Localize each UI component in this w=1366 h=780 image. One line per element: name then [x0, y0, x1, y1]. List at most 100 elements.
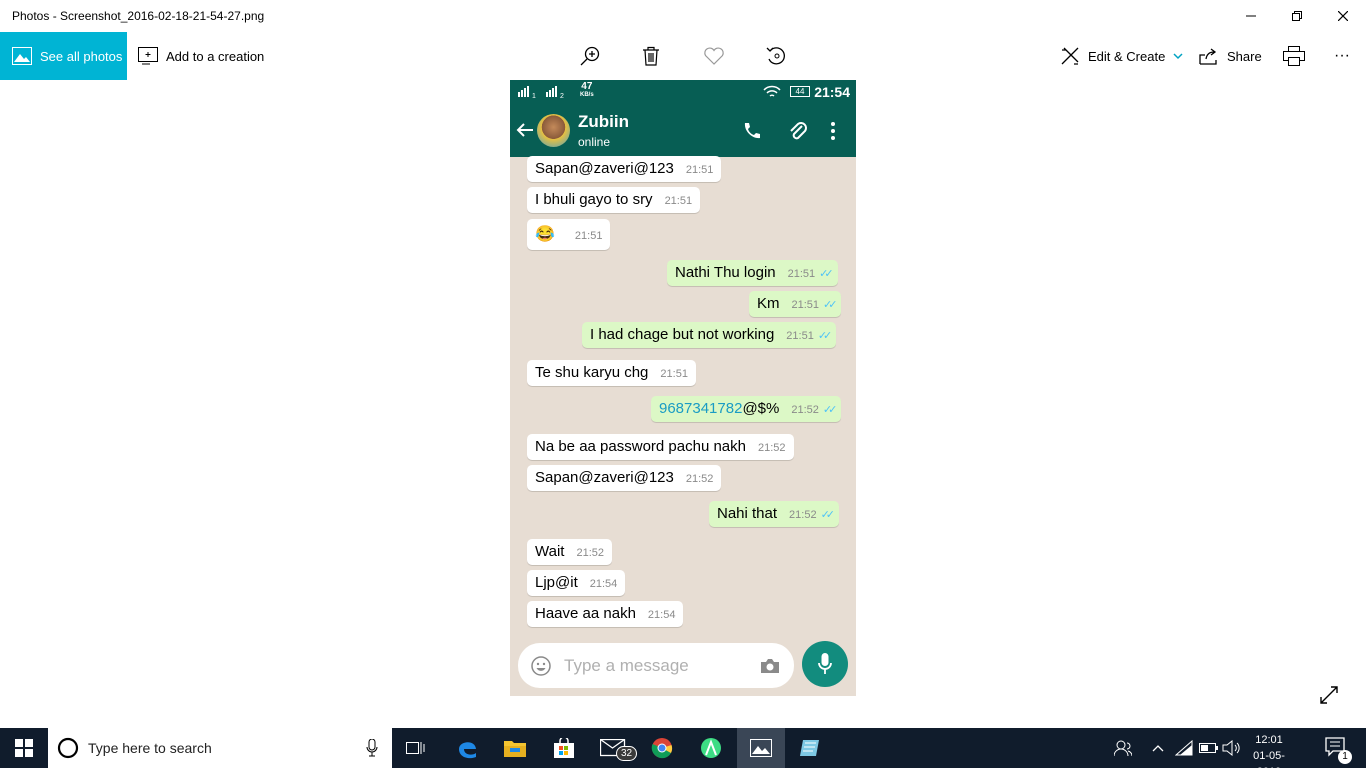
taskbar-search[interactable]: Type here to search — [48, 728, 392, 768]
favorite-button[interactable] — [703, 32, 725, 80]
more-vertical-icon[interactable] — [830, 122, 836, 140]
app-icon — [800, 740, 819, 756]
phone-call-icon[interactable] — [742, 121, 762, 141]
signal-icon: 1 2 — [518, 86, 564, 98]
camera-icon[interactable] — [760, 658, 780, 674]
taskbar-chrome[interactable] — [638, 728, 686, 768]
taskbar-edge[interactable] — [443, 728, 491, 768]
message-incoming[interactable]: Sapan@zaveri@123 21:52 — [527, 465, 722, 491]
add-creation-icon — [138, 47, 158, 65]
taskbar-app[interactable] — [786, 728, 834, 768]
android-status-bar: 1 2 47 KB/s 44 21:54 — [510, 80, 856, 103]
read-ticks-icon: ✓✓ — [823, 299, 838, 311]
phone-number-link[interactable]: 9687341782 — [659, 400, 742, 417]
share-label: Share — [1227, 48, 1262, 64]
message-outgoing[interactable]: Nahi that 21:52 ✓✓ — [709, 501, 840, 527]
message-incoming[interactable]: Ljp@it 21:54 — [527, 570, 626, 596]
read-ticks-icon: ✓✓ — [817, 330, 833, 342]
task-view-icon — [406, 742, 425, 754]
people-icon — [1114, 740, 1132, 756]
mail-badge: 32 — [616, 746, 638, 761]
attach-icon[interactable] — [788, 120, 808, 142]
rotate-button[interactable] — [765, 32, 787, 80]
more-options-button[interactable]: ··· — [1332, 32, 1352, 80]
delete-button[interactable] — [641, 32, 661, 80]
show-hidden-icons[interactable] — [1145, 728, 1171, 768]
photo-image: 1 2 47 KB/s 44 21:54 Zubiin online Sapan@… — [510, 80, 856, 696]
back-arrow-icon[interactable] — [516, 122, 534, 138]
start-button[interactable] — [0, 728, 48, 768]
phone-time: 21:54 — [814, 84, 850, 100]
see-all-photos-button[interactable]: See all photos — [0, 32, 127, 80]
message-outgoing[interactable]: Km 21:51 ✓✓ — [749, 291, 842, 317]
taskbar-file-explorer[interactable] — [491, 728, 539, 768]
message-incoming[interactable]: I bhuli gayo to sry 21:51 — [527, 187, 701, 213]
share-icon — [1199, 48, 1217, 65]
voice-record-button[interactable] — [802, 641, 848, 687]
emoji-icon[interactable] — [531, 656, 551, 676]
trash-icon — [643, 46, 659, 66]
add-to-creation-button[interactable]: Add to a creation — [138, 32, 264, 80]
message-incoming[interactable]: Na be aa password pachu nakh 21:52 — [527, 434, 794, 460]
message-incoming[interactable]: Sapan@zaveri@123 21:51 — [527, 156, 722, 182]
message-input[interactable]: Type a message — [518, 643, 794, 688]
wifi-icon — [763, 85, 781, 97]
microphone-icon — [818, 653, 832, 674]
message-incoming[interactable]: Haave aa nakh 21:54 — [527, 601, 684, 627]
printer-icon — [1283, 46, 1305, 66]
network-speed: 47 KB/s — [580, 81, 594, 99]
message-outgoing[interactable]: 9687341782@$% 21:52 ✓✓ — [651, 396, 842, 422]
read-ticks-icon: ✓✓ — [819, 268, 834, 280]
print-button[interactable] — [1283, 32, 1305, 80]
message-incoming[interactable]: 😂 21:51 — [527, 219, 611, 250]
more-icon: ··· — [1334, 47, 1350, 64]
contact-name[interactable]: Zubiin — [578, 112, 629, 132]
battery-icon — [1199, 743, 1218, 753]
windows-logo-icon — [15, 739, 33, 757]
network-button[interactable] — [1171, 728, 1197, 768]
rotate-icon — [766, 47, 785, 65]
taskbar-mail[interactable]: 32 — [589, 728, 638, 768]
chevron-up-icon — [1152, 745, 1164, 752]
svg-text:2: 2 — [560, 93, 564, 98]
clock-date: 01-05-2019 — [1253, 750, 1285, 778]
restore-icon — [1292, 11, 1302, 21]
close-button[interactable] — [1320, 0, 1366, 32]
store-icon — [554, 738, 574, 758]
minimize-icon — [1246, 15, 1256, 17]
zoom-in-icon — [580, 46, 600, 66]
folder-icon — [504, 741, 526, 757]
taskbar-android-studio[interactable] — [687, 728, 735, 768]
speaker-icon — [1222, 740, 1240, 756]
edit-create-button[interactable]: Edit & Create — [1060, 32, 1183, 80]
cortana-icon — [57, 737, 79, 759]
taskbar-clock[interactable]: 12:01 01-05-2019 — [1246, 732, 1292, 780]
edit-icon — [1061, 47, 1079, 65]
microphone-icon[interactable] — [366, 739, 378, 757]
taskbar-store[interactable] — [540, 728, 588, 768]
see-all-photos-label: See all photos — [40, 48, 123, 64]
photos-icon — [12, 47, 32, 65]
share-button[interactable]: Share — [1199, 32, 1262, 80]
taskbar-photos[interactable] — [737, 728, 785, 768]
zoom-button[interactable] — [579, 32, 601, 80]
clock-time: 12:01 — [1255, 734, 1283, 746]
read-ticks-icon: ✓✓ — [822, 404, 838, 416]
restore-button[interactable] — [1274, 0, 1320, 32]
message-incoming[interactable]: Wait 21:52 — [527, 539, 612, 565]
chevron-down-icon — [1173, 53, 1183, 60]
task-view-button[interactable] — [392, 728, 440, 768]
action-center-button[interactable]: 1 — [1316, 728, 1356, 768]
edit-create-label: Edit & Create — [1088, 48, 1166, 64]
android-studio-icon — [701, 738, 721, 758]
message-incoming[interactable]: Te shu karyu chg 21:51 — [527, 360, 696, 386]
message-outgoing[interactable]: I had chage but not working 21:51 ✓✓ — [582, 322, 837, 348]
contact-avatar[interactable] — [537, 114, 570, 147]
minimize-button[interactable] — [1228, 0, 1274, 32]
people-button[interactable] — [1108, 728, 1138, 768]
fullscreen-button[interactable] — [1318, 684, 1342, 708]
message-outgoing[interactable]: Nathi Thu login 21:51 ✓✓ — [667, 260, 838, 286]
volume-button[interactable] — [1220, 728, 1244, 768]
notification-count: 1 — [1338, 750, 1352, 764]
battery-button[interactable] — [1196, 728, 1222, 768]
